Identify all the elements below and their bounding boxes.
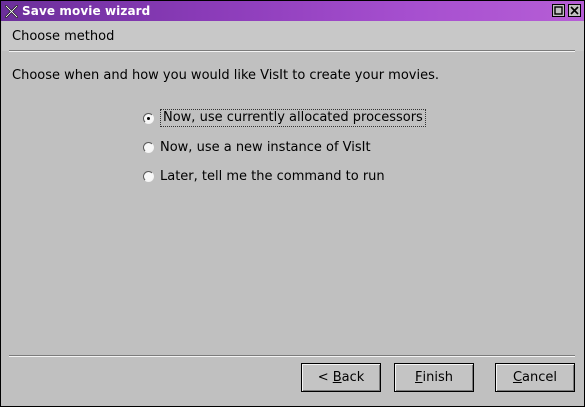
finish-button[interactable]: Finish [394, 363, 474, 392]
finish-button-mnemonic: F [415, 370, 423, 385]
header-divider [9, 50, 575, 52]
radio-option-current-processors[interactable]: Now, use currently allocated processors [143, 109, 426, 127]
maximize-button[interactable] [552, 4, 565, 17]
radio-label: Later, tell me the command to run [160, 168, 385, 184]
radio-button[interactable] [143, 141, 154, 153]
radio-button[interactable] [143, 112, 154, 124]
page-title: Choose method [12, 29, 115, 44]
radio-label: Now, use a new instance of VisIt [160, 139, 371, 155]
radio-option-later[interactable]: Later, tell me the command to run [143, 167, 385, 185]
cancel-button[interactable]: Cancel [495, 363, 575, 392]
finish-button-label: inish [422, 370, 453, 385]
close-button[interactable] [568, 4, 581, 17]
save-movie-wizard-window: Save movie wizard Choose method Choose w… [0, 0, 585, 407]
radio-selected-dot [147, 116, 150, 120]
x-logo-icon [4, 4, 18, 18]
radio-option-new-instance[interactable]: Now, use a new instance of VisIt [143, 138, 371, 156]
back-button[interactable]: < Back [301, 363, 381, 392]
window-title: Save movie wizard [22, 4, 151, 18]
footer-divider [9, 355, 575, 357]
title-bar[interactable]: Save movie wizard [1, 1, 584, 21]
back-button-prefix: < [317, 370, 333, 385]
radio-button[interactable] [143, 170, 154, 182]
instruction-text: Choose when and how you would like VisIt… [12, 68, 440, 83]
cancel-button-label: ancel [522, 370, 558, 385]
back-button-label: ack [341, 370, 365, 385]
cancel-button-mnemonic: C [512, 370, 523, 385]
close-icon [570, 4, 579, 18]
maximize-icon [554, 4, 563, 18]
radio-label: Now, use currently allocated processors [160, 109, 426, 127]
back-button-mnemonic: B [332, 370, 342, 385]
